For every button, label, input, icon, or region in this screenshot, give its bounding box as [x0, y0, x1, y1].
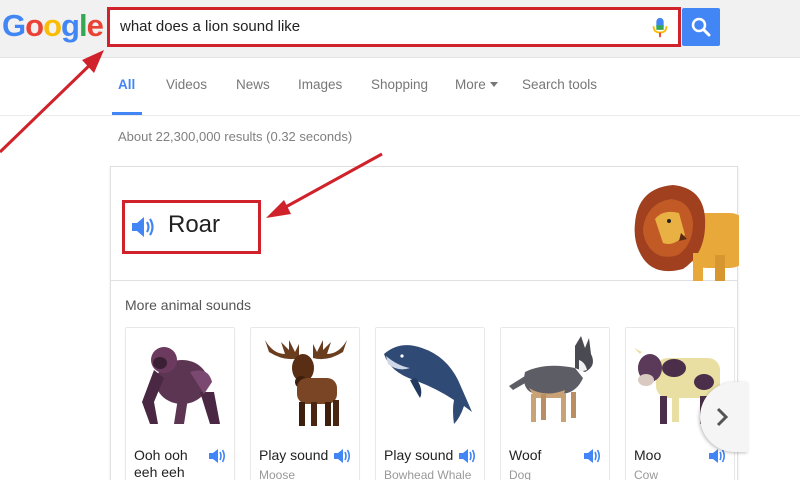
tile-sublabel: Cow: [634, 468, 659, 480]
speaker-icon[interactable]: [208, 447, 228, 465]
animal-tile-moose[interactable]: Play sound Moose: [250, 327, 360, 480]
gorilla-image: [142, 347, 220, 424]
search-button[interactable]: [682, 8, 720, 46]
animal-tile-whale[interactable]: Play sound Bowhead Whale: [375, 327, 485, 480]
speaker-icon[interactable]: [583, 447, 603, 465]
caret-down-icon: [489, 82, 498, 87]
lion-image: [634, 185, 739, 281]
animal-tile-gorilla[interactable]: Ooh ooh eeh eeh: [125, 327, 235, 480]
tile-label: Moo: [634, 447, 662, 463]
logo-letter: e: [86, 8, 104, 43]
tile-label: Play sound: [259, 447, 329, 463]
answer-text: Roar: [168, 211, 221, 238]
tile-label: Play sound: [384, 447, 454, 463]
tab-more[interactable]: More: [455, 77, 498, 92]
animal-tile-dog[interactable]: Woof Dog: [500, 327, 610, 480]
header: Google what does a lion sound like: [0, 0, 800, 58]
tab-search-tools[interactable]: Search tools: [522, 77, 597, 92]
tab-videos[interactable]: Videos: [166, 77, 207, 92]
search-tabs: All Videos News Images Shopping More Sea…: [0, 59, 800, 116]
logo-letter: G: [2, 8, 26, 43]
logo-letter: l: [78, 8, 88, 43]
tile-sublabel: Dog: [509, 468, 532, 480]
tab-images[interactable]: Images: [298, 77, 342, 92]
logo-letter: o: [43, 8, 62, 43]
answer-row: Roar: [111, 167, 739, 281]
search-input[interactable]: what does a lion sound like: [107, 7, 681, 47]
carousel-next-button[interactable]: [700, 382, 748, 452]
tile-label: Ooh ooh eeh eeh: [134, 447, 188, 480]
whale-image: [384, 345, 472, 424]
search-icon: [691, 17, 711, 37]
dog-image: [509, 336, 593, 422]
tab-more-label: More: [455, 77, 486, 92]
answer-highlight: Roar: [122, 200, 261, 254]
tile-sublabel: Moose: [259, 468, 296, 480]
answer-card: Roar More animal sounds Ooh ooh eeh eeh: [110, 166, 739, 480]
chevron-right-icon: [716, 407, 729, 427]
moose-image: [265, 340, 347, 426]
speaker-icon[interactable]: [333, 447, 353, 465]
tab-news[interactable]: News: [236, 77, 270, 92]
tab-shopping[interactable]: Shopping: [371, 77, 428, 92]
active-tab-indicator: [112, 112, 142, 115]
tab-all[interactable]: All: [118, 77, 135, 92]
search-query[interactable]: what does a lion sound like: [120, 18, 300, 35]
logo-letter: o: [25, 8, 44, 43]
more-animal-sounds-title: More animal sounds: [125, 297, 252, 313]
speaker-icon[interactable]: [130, 214, 158, 240]
google-logo[interactable]: Google: [2, 8, 104, 44]
tile-label: Woof: [509, 447, 542, 463]
speaker-icon[interactable]: [458, 447, 478, 465]
result-stats: About 22,300,000 results (0.32 seconds): [118, 129, 353, 144]
mic-icon[interactable]: [650, 17, 670, 39]
logo-letter: g: [61, 8, 80, 43]
tile-sublabel: Bowhead Whale: [384, 468, 472, 480]
